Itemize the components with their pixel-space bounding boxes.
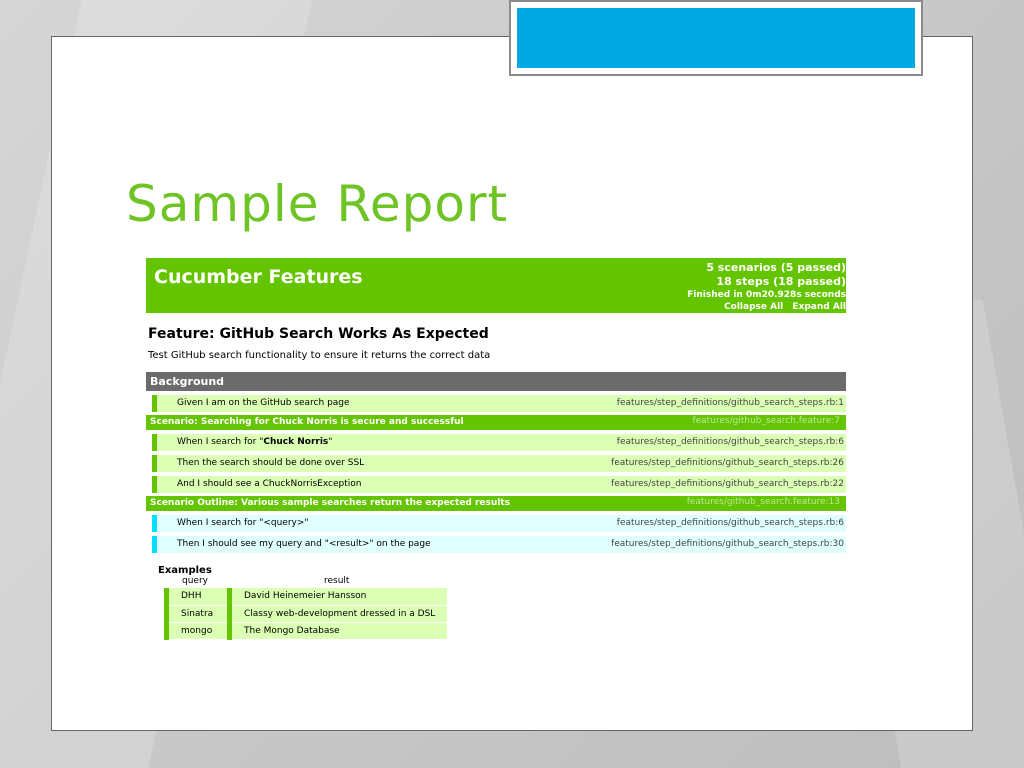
- accent-frame: [509, 0, 923, 76]
- report-stats: 5 scenarios (5 passed) 18 steps (18 pass…: [687, 261, 846, 313]
- scenarios-count: 5 scenarios (5 passed): [706, 261, 846, 274]
- examples-table: DHH David Heinemeier Hansson Sinatra Cla…: [164, 588, 447, 640]
- step-text-param: Chuck Norris: [263, 437, 329, 447]
- examples-title: Examples: [158, 565, 212, 576]
- scenario-label: Scenario: Searching for Chuck Norris is …: [150, 417, 464, 427]
- expand-all-link[interactable]: Expand All: [792, 302, 846, 312]
- step-text: Then I should see my query and "<result>…: [177, 539, 431, 549]
- step-location: features/step_definitions/github_search_…: [616, 398, 844, 408]
- step-location: features/step_definitions/github_search_…: [611, 479, 844, 489]
- scenario-outline-bar[interactable]: Scenario Outline: Various sample searche…: [146, 496, 846, 511]
- table-cell-query: mongo: [164, 622, 230, 640]
- step-location: features/step_definitions/github_search_…: [611, 539, 844, 549]
- background-section-bar[interactable]: Background: [146, 372, 846, 391]
- step-text: When I search for "<query>": [177, 518, 309, 528]
- scenario-step: When I search for "Chuck Norris" feature…: [152, 434, 846, 451]
- table-row: mongo The Mongo Database: [164, 622, 447, 640]
- table-row: DHH David Heinemeier Hansson: [164, 588, 447, 606]
- step-text-suffix: ": [328, 437, 333, 447]
- feature-description: Test GitHub search functionality to ensu…: [148, 350, 491, 361]
- report-title: Cucumber Features: [154, 266, 363, 288]
- collapse-all-link[interactable]: Collapse All: [724, 302, 783, 312]
- outline-step: When I search for "<query>" features/ste…: [152, 515, 846, 532]
- examples-header: query result: [158, 576, 846, 588]
- column-header-result: result: [324, 576, 350, 586]
- column-header-query: query: [182, 576, 208, 586]
- outline-file-ref: features/github_search.feature:13: [686, 497, 840, 507]
- table-cell-result: Classy web-development dressed in a DSL: [227, 605, 447, 623]
- slide-title: Sample Report: [126, 175, 509, 233]
- scenario-step: And I should see a ChuckNorrisException …: [152, 476, 846, 493]
- examples-block: Examples query result DHH David Heinemei…: [158, 565, 846, 640]
- step-location: features/step_definitions/github_search_…: [616, 518, 844, 528]
- step-text: And I should see a ChuckNorrisException: [177, 479, 362, 489]
- table-cell-query: DHH: [164, 588, 230, 606]
- steps-count: 18 steps (18 passed): [716, 275, 846, 288]
- step-text: Then the search should be done over SSL: [177, 458, 365, 468]
- background-step: Given I am on the GitHub search page fea…: [152, 395, 846, 412]
- step-text-prefix: When I search for ": [177, 437, 264, 447]
- accent-block: [517, 8, 915, 68]
- report-header: Cucumber Features 5 scenarios (5 passed)…: [146, 258, 846, 313]
- table-cell-query: Sinatra: [164, 605, 230, 623]
- cucumber-report: Cucumber Features 5 scenarios (5 passed)…: [146, 258, 846, 640]
- step-location: features/step_definitions/github_search_…: [611, 458, 844, 468]
- table-row: Sinatra Classy web-development dressed i…: [164, 605, 447, 623]
- feature-title: Feature: GitHub Search Works As Expected: [148, 326, 489, 342]
- outline-step: Then I should see my query and "<result>…: [152, 536, 846, 553]
- scenario-outline-label: Scenario Outline: Various sample searche…: [150, 498, 511, 508]
- step-text: Given I am on the GitHub search page: [177, 398, 350, 408]
- collapse-expand-links: Collapse All Expand All: [687, 301, 846, 313]
- scenario-file-ref: features/github_search.feature:7: [692, 416, 840, 426]
- scenario-bar[interactable]: Scenario: Searching for Chuck Norris is …: [146, 415, 846, 430]
- step-location: features/step_definitions/github_search_…: [616, 437, 844, 447]
- finished-time: Finished in 0m20.928s seconds: [687, 290, 846, 300]
- table-cell-result: David Heinemeier Hansson: [227, 588, 447, 606]
- scenario-step: Then the search should be done over SSL …: [152, 455, 846, 472]
- table-cell-result: The Mongo Database: [227, 622, 447, 640]
